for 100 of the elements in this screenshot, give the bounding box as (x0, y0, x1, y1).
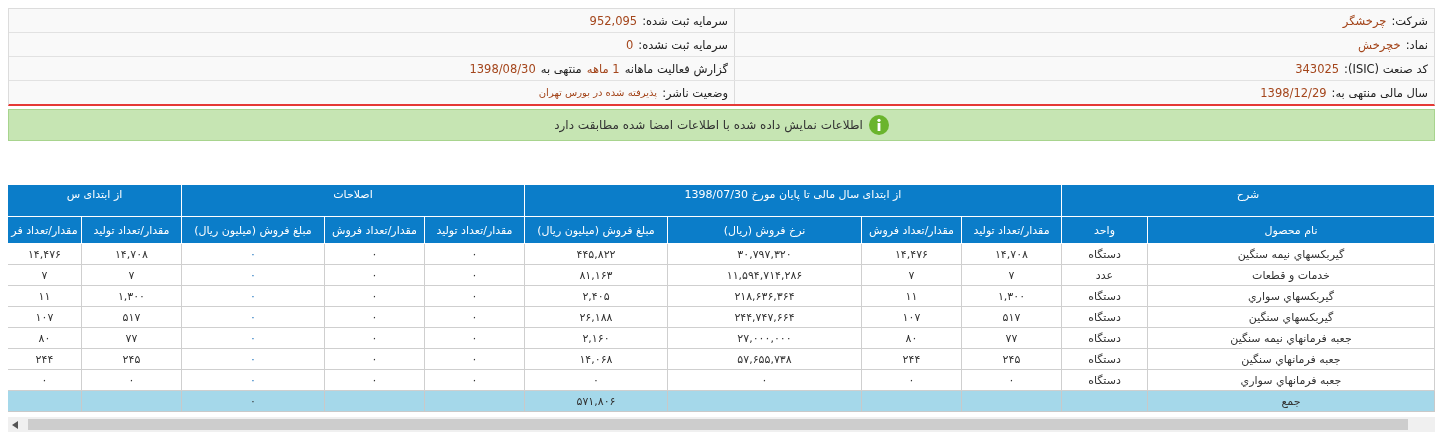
table-cell: خدمات و قطعات (1147, 264, 1435, 286)
table-cell: دستگاه (1061, 369, 1148, 391)
table-cell: ۱۴,۴۷۶ (861, 243, 962, 265)
total-cell: ۵۷۱,۸۰۶ (576, 394, 616, 408)
table-cell: ۰ (181, 327, 325, 349)
table-cell: ۰ (861, 369, 962, 391)
table-cell: ۳۰,۷۹۷,۳۲۰ (667, 243, 862, 265)
column-header: مبلغ فروش (میلیون ریال) (524, 216, 668, 244)
table-cell: دستگاه (1061, 243, 1148, 265)
table-cell: جعبه فرمانهاي سنگین (1147, 348, 1435, 370)
table-cell: ۰ (324, 327, 425, 349)
table-cell: گیربکسهاي نیمه سنگین (1147, 243, 1435, 265)
table-cell: ۱۱,۵۹۴,۷۱۴,۲۸۶ (667, 264, 862, 286)
table-cell: ۰ (424, 243, 525, 265)
table-cell: عدد (1061, 264, 1148, 286)
field-label: منتهی به (540, 61, 582, 76)
table-cell: ۱۱ (861, 285, 962, 307)
table-cell: ۰ (181, 369, 325, 391)
table-cell: ۲۴۴,۷۴۷,۶۶۴ (667, 306, 862, 328)
table-cell: ۰ (324, 369, 425, 391)
table-cell: ۲۷,۰۰۰,۰۰۰ (667, 327, 862, 349)
scroll-thumb[interactable] (28, 419, 1408, 430)
info-icon (868, 115, 889, 135)
table-cell: ۰ (181, 264, 325, 286)
table-cell: ۰ (324, 243, 425, 265)
scroll-left-icon[interactable] (12, 420, 18, 429)
field-label: سرمایه ثبت نشده: (638, 37, 728, 52)
table-cell: ۰ (424, 327, 525, 349)
group-header: اصلاحات (181, 184, 525, 217)
group-header: از ابتدای سال مالی تا پایان مورخ 1398/07/30 (524, 184, 1062, 217)
table-cell: ۲,۴۰۵ (524, 285, 668, 307)
column-header: مقدار/تعداد تولید (961, 216, 1062, 244)
group-header: از ابتدای س (8, 184, 182, 217)
table-cell: جعبه فرمانهاي نیمه سنگین (1147, 327, 1435, 349)
table-cell: ۰ (524, 369, 668, 391)
table-cell: ۵۱۷ (81, 306, 182, 328)
column-header: مقدار/تعداد تولید (424, 216, 525, 244)
table-cell: ۱۰۷ (861, 306, 962, 328)
table-cell: ۲۴۵ (961, 348, 1062, 370)
table-cell: ۷ (81, 264, 182, 286)
table-cell: ۷ (961, 264, 1062, 286)
table-cell: ۸۱,۱۶۳ (524, 264, 668, 286)
table-cell: ۰ (324, 285, 425, 307)
table-cell: ۰ (424, 348, 525, 370)
column-header: مقدار/تعداد فر (8, 216, 82, 244)
table-cell: ۱۴,۷۰۸ (81, 243, 182, 265)
table-cell: ۵۱۷ (961, 306, 1062, 328)
table-cell: دستگاه (1061, 285, 1148, 307)
column-header: مبلغ فروش (میلیون ریال) (181, 216, 325, 244)
table-cell: ۰ (961, 369, 1062, 391)
report-period: 1 ماهه (586, 61, 620, 76)
table-cell: ۴۴۵,۸۲۲ (524, 243, 668, 265)
table-cell: دستگاه (1061, 327, 1148, 349)
table-cell: گیربکسهاي سواري (1147, 285, 1435, 307)
table-cell: جعبه فرمانهاي سواري (1147, 369, 1435, 391)
table-cell: ۰ (181, 285, 325, 307)
table-cell: ۲۴۴ (861, 348, 962, 370)
table-cell: ۰ (667, 369, 862, 391)
field-label: کد صنعت (ISIC): (1344, 61, 1428, 76)
table-cell: ۵۷,۶۵۵,۷۳۸ (667, 348, 862, 370)
column-header: نرخ فروش (ریال) (667, 216, 862, 244)
table-cell: ۰ (424, 285, 525, 307)
table-cell: ۷۷ (961, 327, 1062, 349)
table-cell: ۰ (324, 348, 425, 370)
table-cell: ۷۷ (81, 327, 182, 349)
table-cell: ۰ (81, 369, 182, 391)
field-value: چرخشگر (1342, 13, 1387, 28)
field-label: سال مالی منتهی به: (1331, 85, 1428, 100)
table-cell: ۰ (181, 348, 325, 370)
table-cell: ۲,۱۶۰ (524, 327, 668, 349)
field-value: خچرخش (1358, 37, 1401, 52)
table-cell: ۱۴,۷۰۸ (961, 243, 1062, 265)
column-header: نام محصول (1147, 216, 1435, 244)
field-label: شرکت: (1391, 13, 1428, 28)
field-value: 1398/08/30 (469, 61, 536, 76)
horizontal-scrollbar[interactable] (8, 417, 1435, 432)
table-cell: ۰ (324, 264, 425, 286)
field-value: 343025 (1295, 61, 1340, 76)
column-header: مقدار/تعداد فروش (861, 216, 962, 244)
table-cell: ۰ (424, 306, 525, 328)
column-header: مقدار/تعداد تولید (81, 216, 182, 244)
column-header: مقدار/تعداد فروش (324, 216, 425, 244)
table-cell: ۱۴,۰۶۸ (524, 348, 668, 370)
table-cell: ۰ (424, 264, 525, 286)
table-cell: ۰ (181, 243, 325, 265)
table-cell: ۲۶,۱۸۸ (524, 306, 668, 328)
banner-text: اطلاعات نمایش داده شده با اطلاعات امضا شده مطابقت دارد (554, 118, 863, 132)
column-header: واحد (1061, 216, 1148, 244)
total-cell: جمع (1281, 394, 1301, 408)
field-value: پذیرفته شده در بورس تهران (538, 87, 658, 98)
group-header: شرح (1061, 184, 1435, 217)
table-cell: دستگاه (1061, 348, 1148, 370)
field-value: 0 (626, 37, 634, 52)
field-label: وضعیت ناشر: (662, 85, 728, 100)
table-cell: ۱,۳۰۰ (961, 285, 1062, 307)
field-value: 1398/12/29 (1260, 85, 1327, 100)
field-value: 952,095 (589, 13, 638, 28)
table-cell: ۸۰ (861, 327, 962, 349)
field-label: نماد: (1405, 37, 1428, 52)
table-cell: دستگاه (1061, 306, 1148, 328)
